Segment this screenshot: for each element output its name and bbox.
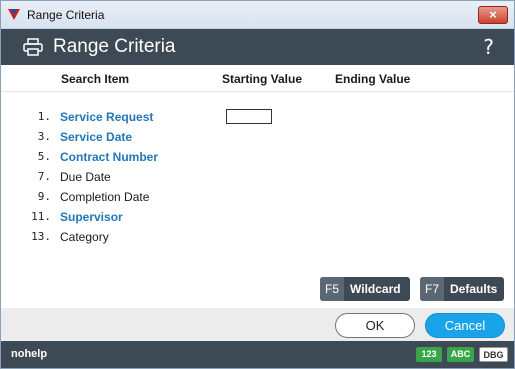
criteria-panel: Search Item Starting Value Ending Value … <box>1 65 514 308</box>
function-key-f5: F5 <box>320 277 345 301</box>
column-header-ending-value: Ending Value <box>335 72 411 86</box>
ok-button[interactable]: OK <box>335 313 415 338</box>
criteria-row-due-date: 7. Due Date <box>1 169 514 185</box>
title-bar: Range Criteria × <box>1 1 514 29</box>
function-key-f7: F7 <box>420 277 445 301</box>
column-header-starting-value: Starting Value <box>222 72 303 86</box>
criteria-row-completion-date: 9. Completion Date <box>1 189 514 205</box>
dialog-header: Range Criteria ? <box>1 29 514 65</box>
criteria-row-service-date: 3. Service Date <box>1 129 514 145</box>
row-number: 11. <box>31 210 51 223</box>
numeric-mode-badge[interactable]: 123 <box>416 347 442 362</box>
cancel-button[interactable]: Cancel <box>425 313 505 338</box>
printer-icon <box>23 38 43 56</box>
search-item-link[interactable]: Service Date <box>60 130 132 144</box>
column-header-search-item: Search Item <box>61 72 130 86</box>
status-text: nohelp <box>11 348 48 360</box>
criteria-row-service-request: 1. Service Request <box>1 109 514 125</box>
criteria-row-supervisor: 11. Supervisor <box>1 209 514 225</box>
help-icon[interactable]: ? <box>483 35 494 59</box>
search-item-label: Completion Date <box>60 190 150 204</box>
defaults-button[interactable]: F7 Defaults <box>420 277 504 301</box>
app-logo-icon <box>8 9 20 20</box>
alpha-mode-badge[interactable]: ABC <box>447 347 474 362</box>
row-number: 3. <box>37 130 51 143</box>
row-number: 7. <box>37 170 51 183</box>
criteria-row-contract-number: 5. Contract Number <box>1 149 514 165</box>
row-number: 9. <box>37 190 51 203</box>
dialog-button-bar: OK Cancel <box>1 308 514 341</box>
search-item-link[interactable]: Contract Number <box>60 150 158 164</box>
header-divider <box>1 91 514 92</box>
debug-badge[interactable]: DBG <box>479 347 508 362</box>
search-item-link[interactable]: Supervisor <box>60 210 123 224</box>
wildcard-button[interactable]: F5 Wildcard <box>320 277 410 301</box>
window-title: Range Criteria <box>27 8 105 22</box>
dialog-title: Range Criteria <box>53 36 176 57</box>
row-number: 1. <box>37 110 51 123</box>
search-item-label: Category <box>60 230 109 244</box>
wildcard-label: Wildcard <box>350 282 401 296</box>
row-number: 5. <box>37 150 51 163</box>
starting-value-input[interactable] <box>226 109 272 124</box>
close-button[interactable]: × <box>478 6 508 24</box>
range-criteria-window: Range Criteria × Range Criteria ? Search… <box>0 0 515 369</box>
row-number: 13. <box>31 230 51 243</box>
defaults-label: Defaults <box>450 282 498 296</box>
criteria-row-category: 13. Category <box>1 229 514 245</box>
search-item-link[interactable]: Service Request <box>60 110 153 124</box>
status-bar: nohelp 123 ABC DBG <box>1 341 514 368</box>
search-item-label: Due Date <box>60 170 111 184</box>
